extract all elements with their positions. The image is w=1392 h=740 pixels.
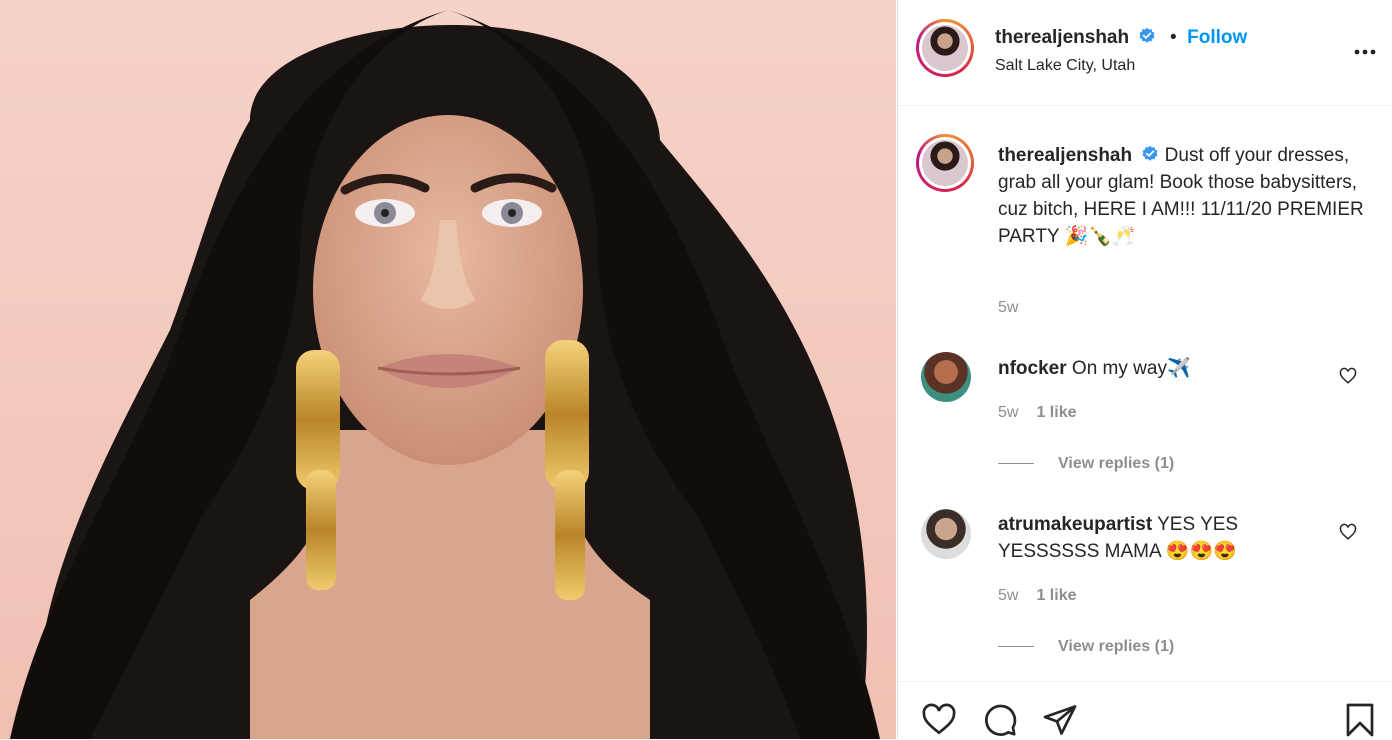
caption-username[interactable]: therealjenshah — [998, 145, 1132, 166]
view-replies-button[interactable]: View replies (1) — [998, 638, 1174, 656]
comment-likes[interactable]: 1 like — [1036, 404, 1076, 421]
view-replies-label: View replies (1) — [1058, 638, 1175, 655]
author-username[interactable]: therealjenshah — [995, 27, 1129, 48]
post-header: therealjenshah • Follow Salt Lake City, … — [898, 0, 1392, 106]
post-details-panel: therealjenshah • Follow Salt Lake City, … — [897, 0, 1392, 739]
comment: nfocker On my way✈️ — [998, 355, 1328, 382]
follow-button[interactable]: Follow — [1187, 27, 1247, 48]
caption-timestamp[interactable]: 5w — [998, 299, 1018, 317]
comment-likes[interactable]: 1 like — [1036, 587, 1076, 604]
commenter-avatar[interactable] — [921, 509, 971, 559]
comment-like-heart-icon[interactable] — [1339, 367, 1357, 385]
post-photo[interactable] — [0, 0, 896, 739]
portrait-illustration — [10, 10, 880, 739]
post-location[interactable]: Salt Lake City, Utah — [995, 57, 1135, 75]
author-line: therealjenshah • Follow — [995, 27, 1247, 49]
comment-like-heart-icon[interactable] — [1339, 523, 1357, 541]
verified-badge-icon — [1139, 27, 1155, 43]
comment-username[interactable]: atrumakeupartist — [998, 514, 1152, 535]
replies-divider — [998, 463, 1034, 465]
author-avatar[interactable] — [916, 19, 974, 77]
comment-time[interactable]: 5w — [998, 404, 1018, 421]
paper-plane-icon[interactable] — [1041, 702, 1079, 738]
view-replies-label: View replies (1) — [1058, 455, 1175, 472]
comment: atrumakeupartist YES YES YESSSSSS MAMA 😍… — [998, 511, 1328, 565]
comment-time[interactable]: 5w — [998, 587, 1018, 604]
post-caption: therealjenshah Dust off your dresses, gr… — [998, 142, 1368, 250]
separator-dot: • — [1170, 27, 1177, 48]
comment-username[interactable]: nfocker — [998, 358, 1067, 379]
view-replies-button[interactable]: View replies (1) — [998, 455, 1174, 473]
replies-divider — [998, 646, 1034, 648]
comment-icon[interactable] — [981, 702, 1019, 738]
commenter-avatar[interactable] — [921, 352, 971, 402]
more-options-icon[interactable] — [1353, 42, 1377, 62]
caption-author-avatar[interactable] — [916, 134, 974, 192]
heart-icon[interactable] — [920, 702, 958, 738]
bookmark-icon[interactable] — [1341, 702, 1379, 738]
post-action-bar — [898, 681, 1392, 740]
comment-meta: 5w 1 like — [998, 404, 1076, 422]
comment-text: On my way✈️ — [1071, 358, 1191, 379]
comment-meta: 5w 1 like — [998, 587, 1076, 605]
verified-badge-icon — [1142, 145, 1158, 161]
